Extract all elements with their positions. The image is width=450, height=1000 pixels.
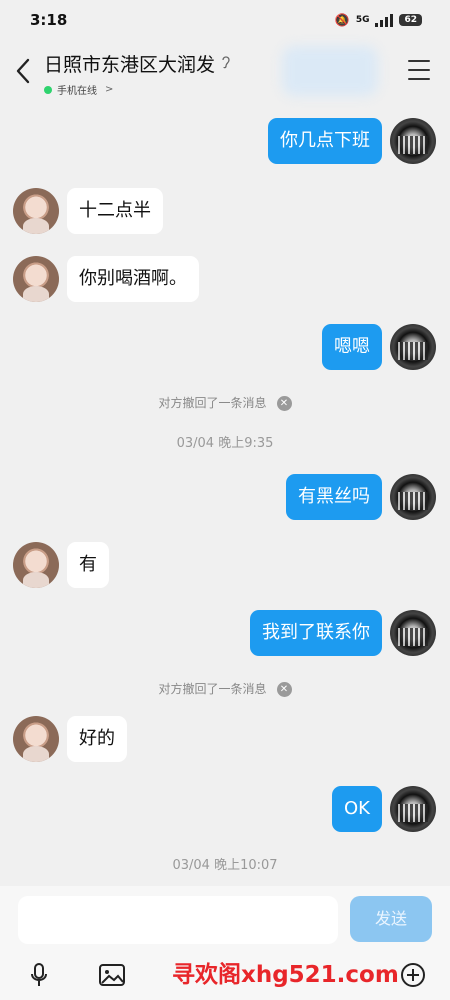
my-avatar[interactable] [390, 324, 436, 370]
status-time: 3:18 [30, 11, 68, 29]
ear-icon [221, 55, 231, 73]
message-bubble-outgoing[interactable]: 嗯嗯 [322, 324, 382, 370]
my-avatar[interactable] [390, 610, 436, 656]
recall-notice-text: 对方撤回了一条消息 [158, 682, 267, 696]
status-icons: 🔕 5G 62 [335, 13, 422, 27]
microphone-icon[interactable] [24, 960, 54, 990]
message-bubble-incoming[interactable]: 有 [67, 542, 109, 588]
composer-bar: 发送 [0, 886, 450, 952]
recall-notice: 对方撤回了一条消息 ✕ [0, 394, 450, 411]
online-status-label: 手机在线 [57, 86, 97, 97]
message-bubble-outgoing[interactable]: 你几点下班 [268, 118, 382, 164]
status-bar: 3:18 🔕 5G 62 [0, 0, 450, 40]
message-bubble-incoming[interactable]: 你别喝酒啊。 [67, 256, 199, 302]
contact-avatar[interactable] [13, 188, 59, 234]
contact-avatar[interactable] [13, 256, 59, 302]
chat-header: 日照市东港区大润发 手机在线 > [0, 40, 450, 102]
network-label: 5G [355, 15, 370, 25]
message-bubble-outgoing[interactable]: 有黑丝吗 [286, 474, 382, 520]
mute-icon: 🔕 [334, 13, 350, 27]
blurred-region [282, 46, 378, 96]
message-input[interactable] [18, 896, 338, 944]
chat-title-row: 日照市东港区大润发 [44, 50, 231, 77]
message-list[interactable]: 你几点下班 十二点半 你别喝酒啊。 嗯嗯 对方撤回了一条消息 ✕ 03/04 晚上… [0, 102, 450, 890]
back-button[interactable] [12, 54, 34, 88]
message-bubble-incoming[interactable]: 好的 [67, 716, 127, 762]
watermark-text: 寻欢阁xhg521.com [172, 962, 399, 988]
message-bubble-incoming[interactable]: 十二点半 [67, 188, 163, 234]
contact-avatar[interactable] [13, 716, 59, 762]
message-bubble-outgoing[interactable]: 我到了联系你 [250, 610, 382, 656]
chevron-left-icon [16, 58, 30, 84]
add-icon[interactable] [398, 960, 428, 990]
menu-button[interactable] [408, 60, 430, 80]
signal-icon [375, 13, 394, 27]
my-avatar[interactable] [390, 474, 436, 520]
close-icon[interactable]: ✕ [276, 682, 292, 697]
recall-notice-text: 对方撤回了一条消息 [158, 396, 267, 410]
timestamp: 03/04 晚上9:35 [176, 436, 274, 451]
chat-title: 日照市东港区大润发 [44, 54, 216, 76]
my-avatar[interactable] [390, 786, 436, 832]
online-status[interactable]: 手机在线 > [44, 82, 231, 97]
send-button[interactable]: 发送 [350, 896, 432, 942]
chevron-right-icon: > [105, 84, 114, 95]
recall-notice: 对方撤回了一条消息 ✕ [0, 680, 450, 697]
my-avatar[interactable] [390, 118, 436, 164]
close-icon[interactable]: ✕ [276, 396, 292, 411]
title-group[interactable]: 日照市东港区大润发 手机在线 > [44, 50, 231, 97]
online-dot-icon [44, 85, 52, 94]
battery-icon: 62 [399, 14, 422, 26]
image-icon[interactable] [97, 960, 127, 990]
timestamp: 03/04 晚上10:07 [172, 858, 278, 873]
message-bubble-outgoing[interactable]: OK [332, 786, 382, 832]
contact-avatar[interactable] [13, 542, 59, 588]
